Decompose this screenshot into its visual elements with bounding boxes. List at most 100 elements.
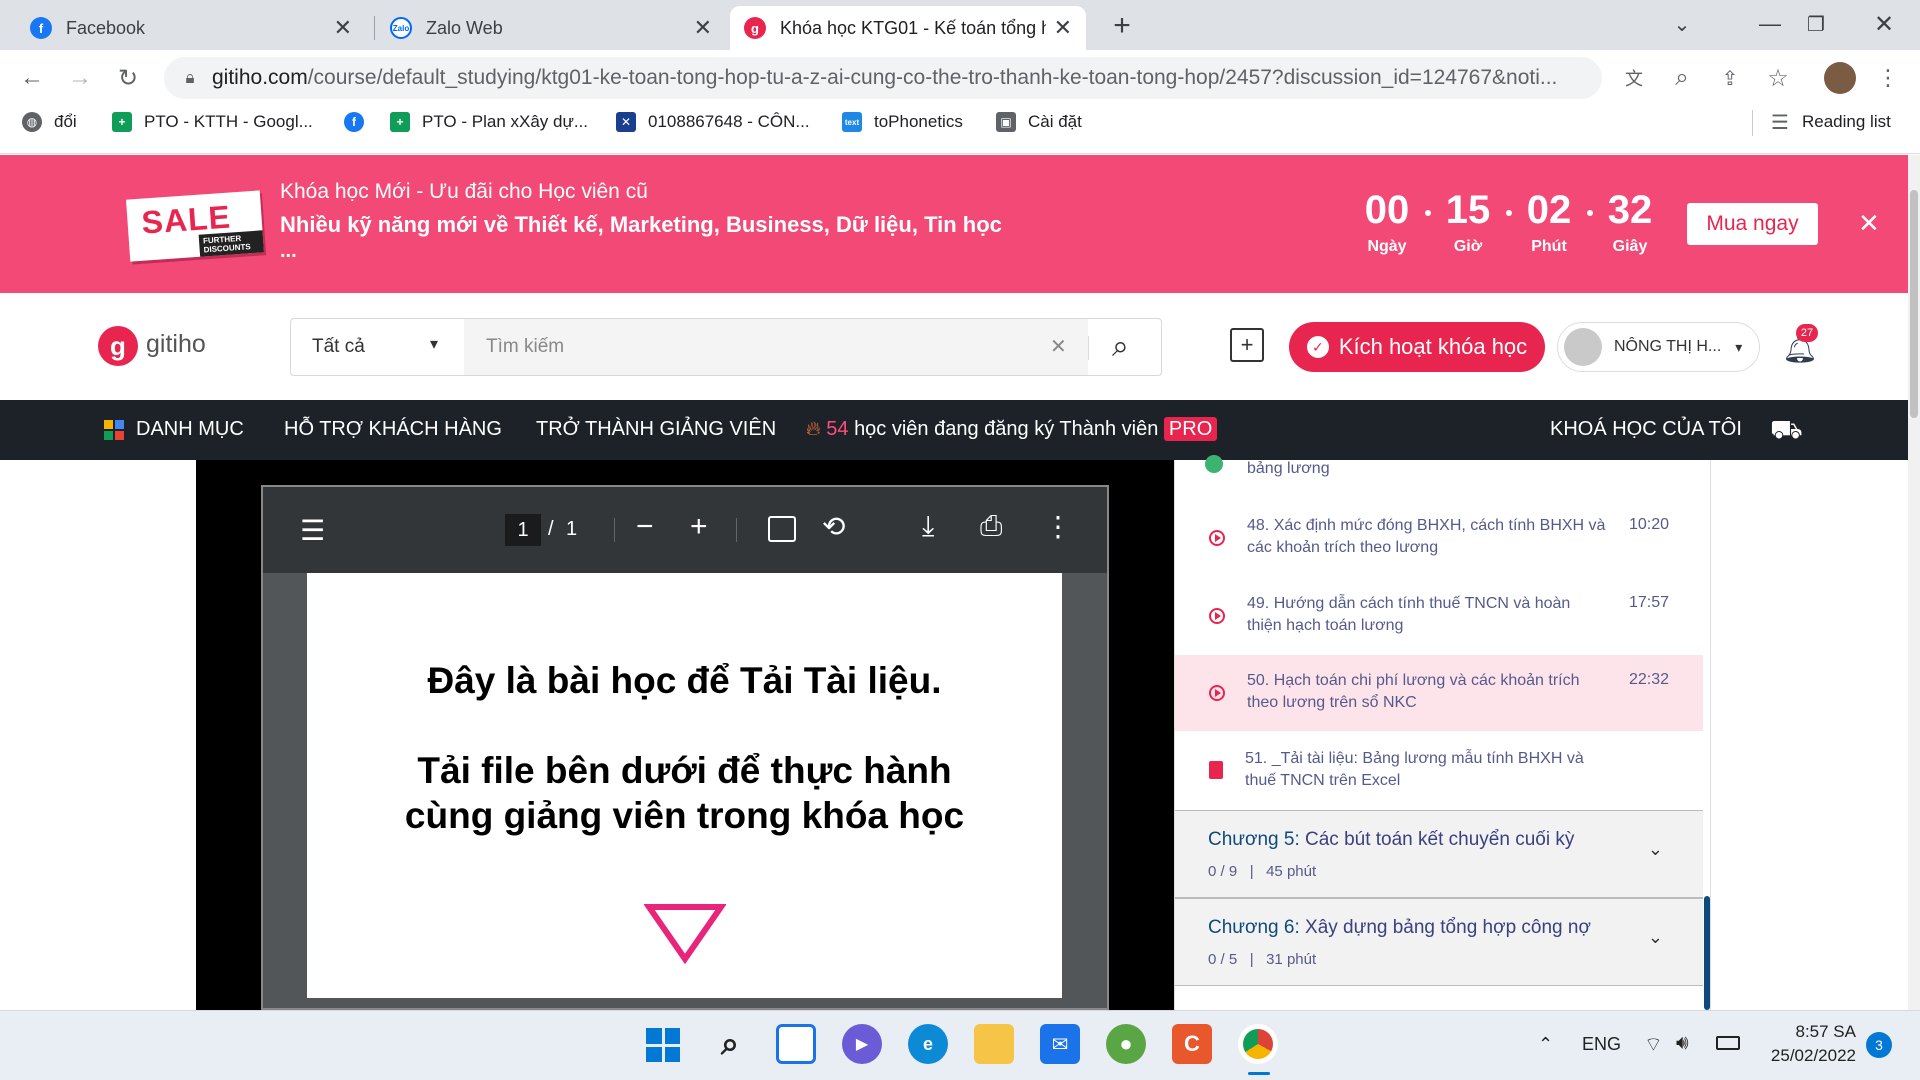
tab-facebook[interactable]: f Facebook ✕ bbox=[16, 6, 366, 50]
chapter-5[interactable]: Chương 5: Các bút toán kết chuyển cuối k… bbox=[1175, 810, 1703, 898]
tab-divider bbox=[374, 16, 375, 40]
new-tab-icon[interactable]: + bbox=[1104, 8, 1140, 44]
zoom-icon[interactable]: ⌕ bbox=[1664, 60, 1700, 96]
bookmark-item[interactable]: f bbox=[344, 112, 376, 132]
nav-catalog[interactable]: DANH MỤC bbox=[136, 418, 244, 441]
lesson-item-active[interactable]: 50. Hạch toán chi phí lương và các khoản… bbox=[1175, 655, 1703, 731]
zoom-in-icon[interactable]: + bbox=[690, 510, 708, 544]
gitiho-logo-icon[interactable]: g bbox=[98, 326, 138, 366]
wifi-icon[interactable]: ⌔ bbox=[1644, 1032, 1663, 1057]
edge-icon[interactable]: e bbox=[908, 1024, 948, 1064]
close-promo-icon[interactable]: ✕ bbox=[1858, 208, 1880, 239]
logo-text[interactable]: gitiho bbox=[146, 330, 206, 359]
translate-icon[interactable]: 文 bbox=[1616, 60, 1652, 96]
tab-gitiho-course[interactable]: g Khóa học KTG01 - Kế toán tổng h ✕ bbox=[730, 6, 1086, 50]
chapter-6[interactable]: Chương 6: Xây dựng bảng tổng hợp công nợ… bbox=[1175, 898, 1703, 986]
fit-page-icon[interactable] bbox=[768, 516, 796, 542]
bookmark-item[interactable]: + PTO - KTTH - Googl... bbox=[112, 112, 313, 132]
company-icon: ✕ bbox=[616, 112, 636, 132]
teams-chat-icon[interactable]: ▶ bbox=[842, 1024, 882, 1064]
notification-center-badge[interactable]: 3 bbox=[1866, 1032, 1892, 1058]
chevron-down-icon[interactable]: ⌄ bbox=[1648, 927, 1663, 948]
clock-time[interactable]: 8:57 SA bbox=[1766, 1022, 1857, 1042]
battery-icon[interactable] bbox=[1716, 1036, 1740, 1050]
category-select[interactable]: Tất cả bbox=[312, 336, 365, 358]
share-icon[interactable]: ⇪ bbox=[1712, 60, 1748, 96]
chevron-down-icon[interactable]: ⌄ bbox=[1648, 839, 1663, 860]
clock-date[interactable]: 25/02/2022 bbox=[1756, 1046, 1856, 1066]
bookmark-item[interactable]: ✕ 0108867648 - CÔN... bbox=[616, 112, 810, 132]
lesson-item[interactable]: 49. Hướng dẫn cách tính thuế TNCN và hoà… bbox=[1175, 578, 1703, 654]
page-scrollbar-thumb[interactable] bbox=[1910, 190, 1918, 418]
file-explorer-icon[interactable] bbox=[974, 1024, 1014, 1064]
play-circle-icon bbox=[1209, 685, 1225, 701]
menu-kebab-icon[interactable]: ⋮ bbox=[1870, 60, 1906, 96]
tab-search-chevron-icon[interactable]: ⌄ bbox=[1664, 6, 1700, 42]
bookmark-star-icon[interactable]: ☆ bbox=[1760, 60, 1796, 96]
add-course-icon[interactable]: + bbox=[1230, 328, 1264, 362]
bookmark-item[interactable]: ◍ đổi bbox=[22, 112, 77, 132]
bookmark-item[interactable]: + PTO - Plan xXây dự... bbox=[390, 112, 588, 132]
taskbar-search-icon[interactable]: ⌕ bbox=[710, 1024, 750, 1064]
windows-start-icon[interactable] bbox=[646, 1028, 680, 1062]
zoom-out-icon[interactable]: − bbox=[636, 510, 654, 544]
chevron-down-icon[interactable]: ▾ bbox=[430, 334, 438, 354]
bookmark-item[interactable]: text toPhonetics bbox=[842, 112, 963, 132]
tray-chevron-up-icon[interactable]: ⌃ bbox=[1538, 1034, 1553, 1055]
buy-now-button[interactable]: Mua ngay bbox=[1687, 203, 1818, 245]
profile-avatar[interactable] bbox=[1824, 62, 1856, 94]
nav-support[interactable]: HỖ TRỢ KHÁCH HÀNG bbox=[284, 418, 502, 441]
chapter-meta: 0 / 9 | 45 phút bbox=[1208, 863, 1317, 880]
nav-live-registrations[interactable]: 🔥︎ 54 học viên đang đăng ký Thành viên P… bbox=[806, 417, 1218, 441]
user-menu[interactable]: NÔNG THỊ H... ▾ bbox=[1557, 322, 1760, 372]
coccoc-icon[interactable]: ● bbox=[1106, 1024, 1146, 1064]
lesson-item[interactable]: 48. Xác định mức đóng BHXH, cách tính BH… bbox=[1175, 500, 1703, 576]
pdf-more-icon[interactable]: ⋮ bbox=[1044, 510, 1072, 543]
clear-search-icon[interactable]: ✕ bbox=[1050, 334, 1067, 359]
pdf-menu-icon[interactable]: ☰ bbox=[300, 514, 325, 547]
back-icon[interactable]: ← bbox=[14, 60, 50, 96]
notification-badge: 27 bbox=[1796, 324, 1818, 342]
close-icon[interactable]: ✕ bbox=[1054, 15, 1072, 41]
cart-icon[interactable]: ⛟ bbox=[1770, 414, 1803, 449]
countdown-days-label: Ngày bbox=[1367, 238, 1407, 255]
reading-list-label: Reading list bbox=[1802, 112, 1891, 131]
pdf-page-input[interactable]: 1 bbox=[505, 514, 541, 546]
task-view-icon[interactable] bbox=[776, 1024, 816, 1064]
volume-icon[interactable]: 🔊︎ bbox=[1676, 1032, 1689, 1055]
pdf-divider bbox=[614, 518, 615, 542]
reload-icon[interactable]: ↻ bbox=[110, 60, 146, 96]
print-icon[interactable]: ⎙ bbox=[980, 510, 1002, 543]
close-icon[interactable]: ✕ bbox=[694, 15, 712, 41]
nav-become-teacher[interactable]: TRỞ THÀNH GIẢNG VIÊN bbox=[536, 418, 776, 441]
grid-icon bbox=[104, 420, 124, 440]
pdf-line-2: Tải file bên dưới để thực hành bbox=[417, 750, 952, 791]
window-close-icon[interactable]: ✕ bbox=[1866, 6, 1902, 42]
panel-scrollbar-thumb[interactable] bbox=[1704, 896, 1710, 1010]
nav-my-courses[interactable]: KHOÁ HỌC CỦA TÔI bbox=[1550, 418, 1742, 441]
rotate-icon[interactable]: ⟲ bbox=[822, 510, 845, 543]
countdown-minutes: 02 bbox=[1526, 188, 1572, 232]
reading-list[interactable]: ☰ Reading list bbox=[1770, 112, 1891, 134]
live-count: 54 bbox=[826, 418, 849, 440]
previous-lesson-tail[interactable]: bảng lương bbox=[1247, 460, 1330, 478]
app-c-icon[interactable]: C bbox=[1172, 1024, 1212, 1064]
download-icon[interactable]: ⤓ bbox=[922, 510, 934, 543]
minimize-icon[interactable]: — bbox=[1752, 6, 1788, 42]
forward-icon[interactable]: → bbox=[62, 60, 98, 96]
further-discounts-text: FURTHER DISCOUNTS bbox=[198, 230, 264, 257]
bookmark-item[interactable]: ▣ Cài đặt bbox=[996, 112, 1082, 132]
mail-icon[interactable]: ✉ bbox=[1040, 1024, 1080, 1064]
tab-zalo[interactable]: Zalo Zalo Web ✕ bbox=[376, 6, 726, 50]
chapter-prefix: Chương 5: bbox=[1208, 829, 1300, 850]
language-indicator[interactable]: ENG bbox=[1582, 1034, 1621, 1055]
lock-icon[interactable]: 🔒︎ bbox=[172, 60, 208, 96]
chrome-icon[interactable] bbox=[1238, 1024, 1278, 1064]
url-text[interactable]: gitiho.com/course/default_studying/ktg01… bbox=[212, 66, 1602, 90]
lesson-item[interactable]: 51. _Tải tài liệu: Bảng lương mẫu tính B… bbox=[1175, 733, 1703, 809]
close-icon[interactable]: ✕ bbox=[334, 15, 352, 41]
pdf-line-1: Đây là bài học để Tải Tài liệu. bbox=[427, 660, 942, 701]
activate-course-button[interactable]: ✓ Kích hoạt khóa học bbox=[1289, 322, 1545, 372]
restore-icon[interactable]: ❐ bbox=[1798, 6, 1834, 42]
search-icon[interactable]: ⌕ bbox=[1112, 330, 1129, 364]
